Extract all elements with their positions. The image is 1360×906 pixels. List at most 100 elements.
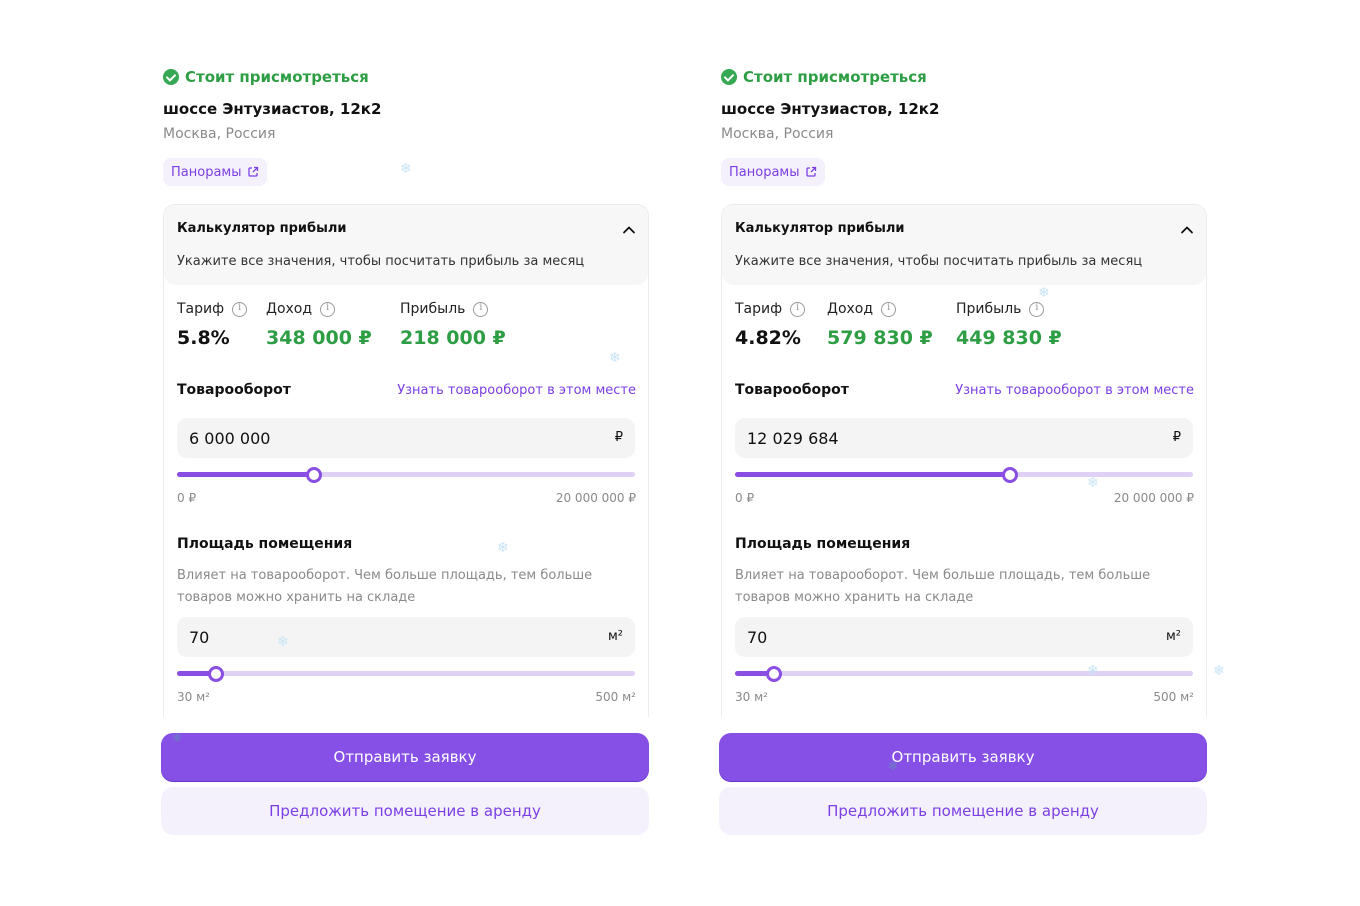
turnover-field[interactable]: ₽ xyxy=(177,418,635,458)
chevron-up-icon[interactable] xyxy=(622,223,636,237)
panoramas-button[interactable]: Панорамы xyxy=(163,158,268,186)
snowflake-icon: ❄ xyxy=(1087,475,1099,491)
external-link-icon xyxy=(805,166,817,178)
metric-income: Доход 579 830 ₽ xyxy=(827,301,933,349)
calculator-subtitle: Укажите все значения, чтобы посчитать пр… xyxy=(177,254,585,269)
snowflake-icon: ❄ xyxy=(277,634,289,650)
calculator-header[interactable]: Калькулятор прибыли Укажите все значения… xyxy=(164,205,648,285)
turnover-input[interactable] xyxy=(189,418,569,458)
address-title: шоссе Энтузиастов, 12к2 xyxy=(163,100,382,118)
area-max: 500 м² xyxy=(1153,690,1194,704)
area-input[interactable] xyxy=(189,617,569,657)
snowflake-icon: ❄ xyxy=(1087,663,1099,679)
check-circle-icon xyxy=(721,69,737,85)
turnover-min: 0 ₽ xyxy=(177,491,197,505)
info-icon[interactable] xyxy=(790,301,806,317)
tariff-value: 5.8% xyxy=(177,327,230,349)
external-link-icon xyxy=(247,166,259,178)
calculator-title: Калькулятор прибыли xyxy=(177,221,347,236)
calculator-title: Калькулятор прибыли xyxy=(735,221,905,236)
chevron-up-icon[interactable] xyxy=(1180,223,1194,237)
turnover-link[interactable]: Узнать товарооборот в этом месте xyxy=(397,383,636,398)
turnover-link[interactable]: Узнать товарооборот в этом месте xyxy=(955,383,1194,398)
panoramas-button[interactable]: Панорамы xyxy=(721,158,826,186)
city-text: Москва, Россия xyxy=(721,126,834,142)
turnover-field[interactable]: ₽ xyxy=(735,418,1193,458)
profit-value: 218 000 ₽ xyxy=(400,327,506,349)
metric-income: Доход 348 000 ₽ xyxy=(266,301,372,349)
info-icon[interactable] xyxy=(320,301,336,317)
panoramas-label: Панорамы xyxy=(729,164,800,180)
turnover-input[interactable] xyxy=(747,418,1127,458)
area-input[interactable] xyxy=(747,617,1127,657)
calculator-header[interactable]: Калькулятор прибыли Укажите все значения… xyxy=(722,205,1206,285)
area-unit: м² xyxy=(607,629,623,644)
area-description: Влияет на товарооборот. Чем больше площа… xyxy=(177,568,593,605)
snowflake-icon: ❄ xyxy=(497,540,509,556)
area-min: 30 м² xyxy=(177,690,210,704)
status-badge: Стоит присмотреться xyxy=(721,68,927,86)
income-label: Доход xyxy=(266,301,313,317)
info-icon[interactable] xyxy=(232,301,248,317)
area-field[interactable]: м² xyxy=(177,617,635,657)
turnover-max: 20 000 000 ₽ xyxy=(555,491,636,505)
snowflake-icon: ❄ xyxy=(172,731,183,745)
income-value: 348 000 ₽ xyxy=(266,327,372,349)
turnover-unit: ₽ xyxy=(1172,430,1181,445)
info-icon[interactable] xyxy=(881,301,897,317)
turnover-slider[interactable] xyxy=(177,467,635,483)
info-icon[interactable] xyxy=(1029,301,1045,317)
turnover-label: Товарооборот xyxy=(177,382,291,398)
info-icon[interactable] xyxy=(473,301,489,317)
slider-thumb[interactable] xyxy=(1001,467,1018,483)
submit-request-button[interactable]: Отправить заявку xyxy=(161,733,649,781)
profit-value: 449 830 ₽ xyxy=(956,327,1062,349)
area-label: Площадь помещения xyxy=(177,536,353,552)
slider-thumb[interactable] xyxy=(207,666,224,682)
area-max: 500 м² xyxy=(595,690,636,704)
turnover-min: 0 ₽ xyxy=(735,491,755,505)
status-text: Стоит присмотреться xyxy=(743,68,927,86)
slider-track xyxy=(177,671,635,676)
submit-request-button[interactable]: Отправить заявку xyxy=(719,733,1207,781)
tariff-label: Тариф xyxy=(735,301,783,317)
tariff-label: Тариф xyxy=(177,301,225,317)
slider-thumb[interactable] xyxy=(765,666,782,682)
slider-fill xyxy=(177,472,315,477)
snowflake-icon: ❄ xyxy=(888,759,899,773)
city-text: Москва, Россия xyxy=(163,126,276,142)
metric-tariff: Тариф 5.8% xyxy=(177,301,248,349)
profit-label: Прибыль xyxy=(956,301,1022,317)
metric-profit: Прибыль 449 830 ₽ xyxy=(956,301,1062,349)
metric-profit: Прибыль 218 000 ₽ xyxy=(400,301,506,349)
offer-premises-button[interactable]: Предложить помещение в аренду xyxy=(161,787,649,835)
area-min: 30 м² xyxy=(735,690,768,704)
income-value: 579 830 ₽ xyxy=(827,327,933,349)
snowflake-icon: ❄ xyxy=(609,350,621,366)
area-unit: м² xyxy=(1165,629,1181,644)
turnover-max: 20 000 000 ₽ xyxy=(1113,491,1194,505)
income-label: Доход xyxy=(827,301,874,317)
area-slider[interactable] xyxy=(735,666,1193,682)
snowflake-icon: ❄ xyxy=(1213,663,1225,679)
check-circle-icon xyxy=(163,69,179,85)
panoramas-label: Панорамы xyxy=(171,164,242,180)
slider-track xyxy=(735,671,1193,676)
tariff-value: 4.82% xyxy=(735,327,801,349)
metric-tariff: Тариф 4.82% xyxy=(735,301,806,349)
area-slider[interactable] xyxy=(177,666,635,682)
turnover-unit: ₽ xyxy=(614,430,623,445)
offer-premises-button[interactable]: Предложить помещение в аренду xyxy=(719,787,1207,835)
slider-fill xyxy=(735,472,1010,477)
slider-thumb[interactable] xyxy=(306,467,323,483)
area-description: Влияет на товарооборот. Чем больше площа… xyxy=(735,568,1151,605)
turnover-slider[interactable] xyxy=(735,467,1193,483)
snowflake-icon: ❄ xyxy=(400,161,412,177)
status-badge: Стоит присмотреться xyxy=(163,68,369,86)
calculator-subtitle: Укажите все значения, чтобы посчитать пр… xyxy=(735,254,1143,269)
area-field[interactable]: м² xyxy=(735,617,1193,657)
turnover-label: Товарооборот xyxy=(735,382,849,398)
profit-label: Прибыль xyxy=(400,301,466,317)
status-text: Стоит присмотреться xyxy=(185,68,369,86)
profit-calculator: Калькулятор прибыли Укажите все значения… xyxy=(721,204,1207,717)
